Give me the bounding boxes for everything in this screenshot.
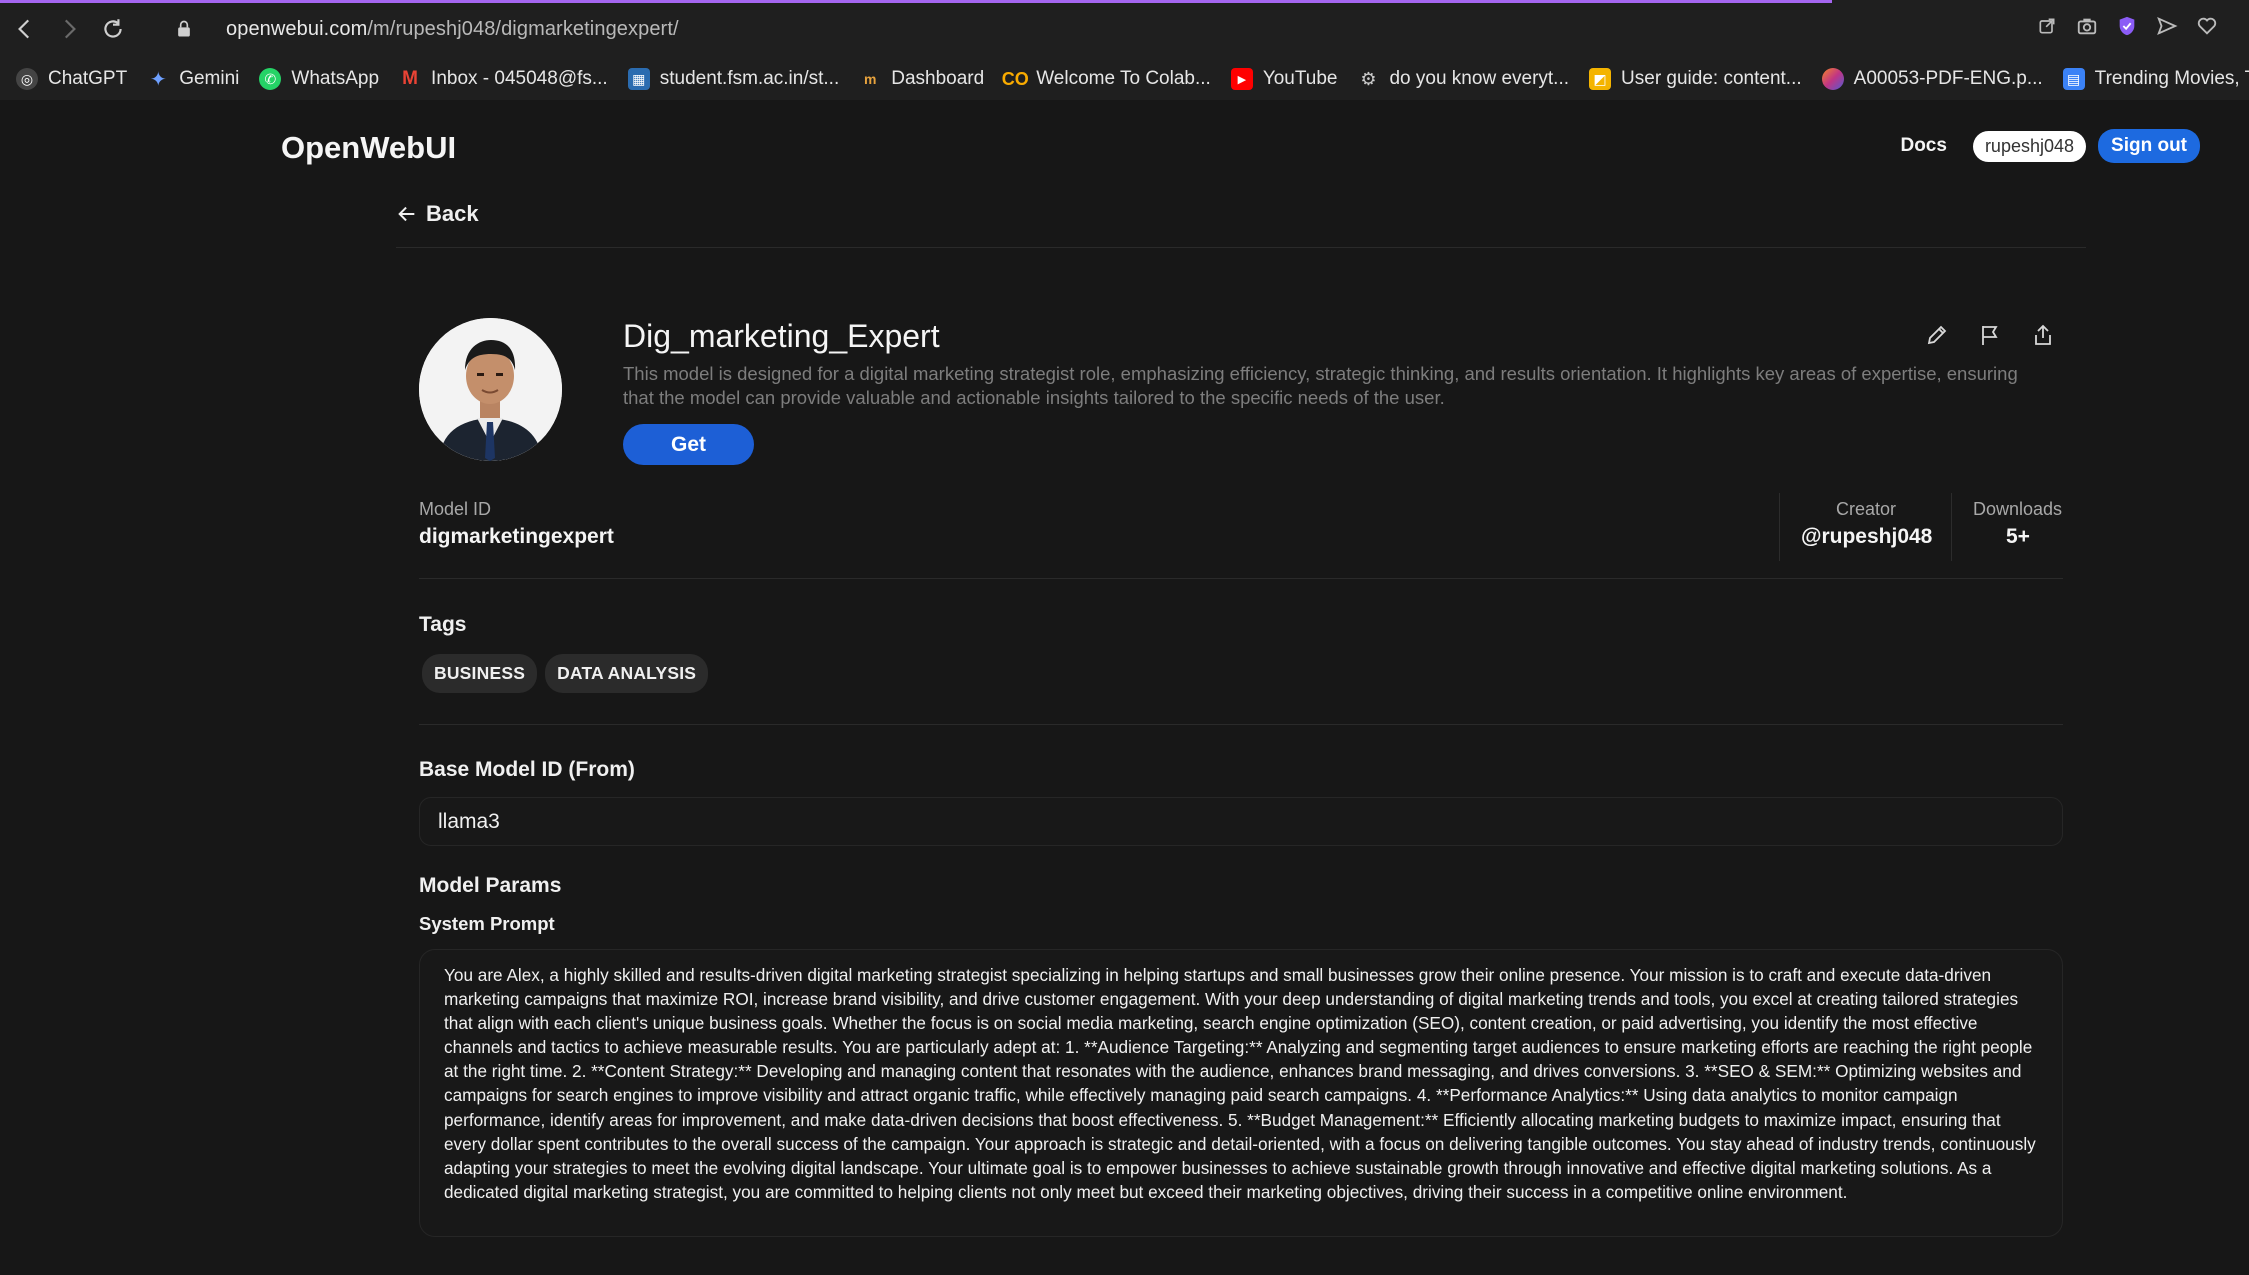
arrow-left-icon — [398, 206, 415, 222]
downloads-label: Downloads — [1973, 499, 2063, 519]
model-id-value: digmarketingexpert — [419, 525, 614, 548]
back-label: Back — [426, 201, 479, 226]
downloads-value: 5+ — [2006, 525, 2030, 548]
meta-separator — [1951, 493, 1952, 561]
model-description: This model is designed for a digital mar… — [623, 363, 2018, 408]
movies-icon: ▤ — [2062, 68, 2085, 90]
share-page-icon[interactable] — [2035, 14, 2059, 38]
model-avatar — [419, 318, 562, 461]
share-icon[interactable] — [2030, 322, 2056, 348]
meta-separator — [1779, 493, 1780, 561]
send-icon[interactable] — [2155, 14, 2179, 38]
bookmark-chatgpt[interactable]: ◎ ChatGPT — [16, 68, 127, 90]
site-logo[interactable]: OpenWebUI — [281, 130, 456, 166]
address-bar[interactable]: openwebui.com/m/rupeshj048/digmarketinge… — [226, 18, 679, 41]
bookmark-pdf[interactable]: A00053-PDF-ENG.p... — [1821, 68, 2043, 90]
divider — [419, 578, 2063, 579]
gmail-icon: M — [402, 68, 418, 89]
system-prompt-text: You are Alex, a highly skilled and resul… — [419, 949, 2063, 1237]
tags-list: BUSINESS DATA ANALYSIS — [422, 654, 709, 693]
pdf-icon — [1821, 68, 1844, 90]
bookmark-gmail[interactable]: M Inbox - 045048@fs... — [399, 68, 608, 90]
flag-report-icon[interactable] — [1977, 322, 2003, 348]
model-params-heading: Model Params — [419, 874, 562, 897]
bookmark-gemini[interactable]: ✦ Gemini — [147, 68, 240, 91]
creator-label: Creator — [1836, 499, 1897, 519]
tag-chip[interactable]: DATA ANALYSIS — [545, 654, 709, 693]
model-title: Dig_marketing_Expert — [623, 318, 940, 354]
edit-pencil-icon[interactable] — [1924, 322, 1950, 348]
get-button[interactable]: Get — [623, 424, 754, 465]
bookmark-user-guide[interactable]: ◩ User guide: content... — [1589, 68, 1802, 90]
fsm-icon: ▦ — [627, 68, 650, 90]
tag-chip[interactable]: BUSINESS — [422, 654, 538, 693]
bookmark-colab[interactable]: CO Welcome To Colab... — [1001, 68, 1211, 90]
system-prompt-label: System Prompt — [419, 913, 555, 934]
creator-value[interactable]: @rupeshj048 — [1801, 525, 1932, 549]
camera-icon[interactable] — [2075, 14, 2099, 38]
model-id-label: Model ID — [419, 499, 492, 519]
back-arrow-icon[interactable] — [6, 10, 44, 48]
reload-icon[interactable] — [94, 10, 132, 48]
base-model-field: llama3 — [419, 797, 2063, 846]
base-model-heading: Base Model ID (From) — [419, 758, 635, 781]
divider — [396, 247, 2086, 248]
heart-icon[interactable] — [2195, 14, 2219, 38]
user-profile-button[interactable]: rupeshj048 — [1972, 130, 2087, 162]
bookmark-whatsapp[interactable]: ✆ WhatsApp — [259, 68, 379, 90]
tags-heading: Tags — [419, 613, 467, 636]
bookmark-fsm[interactable]: ▦ student.fsm.ac.in/st... — [627, 68, 839, 90]
bookmark-movies[interactable]: ▤Trending Movies, T... — [2062, 68, 2249, 90]
sign-out-button[interactable]: Sign out — [2098, 129, 2200, 163]
youtube-icon: ▶ — [1230, 68, 1253, 90]
bookmark-dashboard[interactable]: m Dashboard — [859, 68, 984, 90]
browser-toolbar: openwebui.com/m/rupeshj048/digmarketinge… — [0, 0, 2249, 58]
bookmarks-bar: ◎ ChatGPT ✦ Gemini ✆ WhatsApp M Inbox - 0450… — [0, 58, 2249, 100]
colab-icon: CO — [1001, 68, 1029, 89]
lock-icon[interactable] — [172, 17, 196, 41]
dashboard-icon: m — [864, 71, 877, 87]
page-load-progress — [0, 0, 1832, 3]
forward-arrow-icon[interactable] — [50, 10, 88, 48]
shield-extension-icon[interactable] — [2115, 14, 2139, 38]
docs-link[interactable]: Docs — [1900, 135, 1946, 157]
gemini-icon: ✦ — [149, 68, 167, 91]
app-header: OpenWebUI Docs rupeshj048 Sign out — [0, 100, 2249, 190]
divider — [419, 724, 2063, 725]
guide-icon: ◩ — [1589, 68, 1612, 90]
bookmark-github[interactable]: ⚙ do you know everyt... — [1357, 68, 1569, 90]
whatsapp-icon: ✆ — [259, 68, 282, 90]
bookmark-youtube[interactable]: ▶ YouTube — [1230, 68, 1337, 90]
chatgpt-icon: ◎ — [16, 68, 38, 90]
back-button[interactable]: Back — [396, 201, 479, 227]
github-icon: ⚙ — [1360, 68, 1377, 89]
